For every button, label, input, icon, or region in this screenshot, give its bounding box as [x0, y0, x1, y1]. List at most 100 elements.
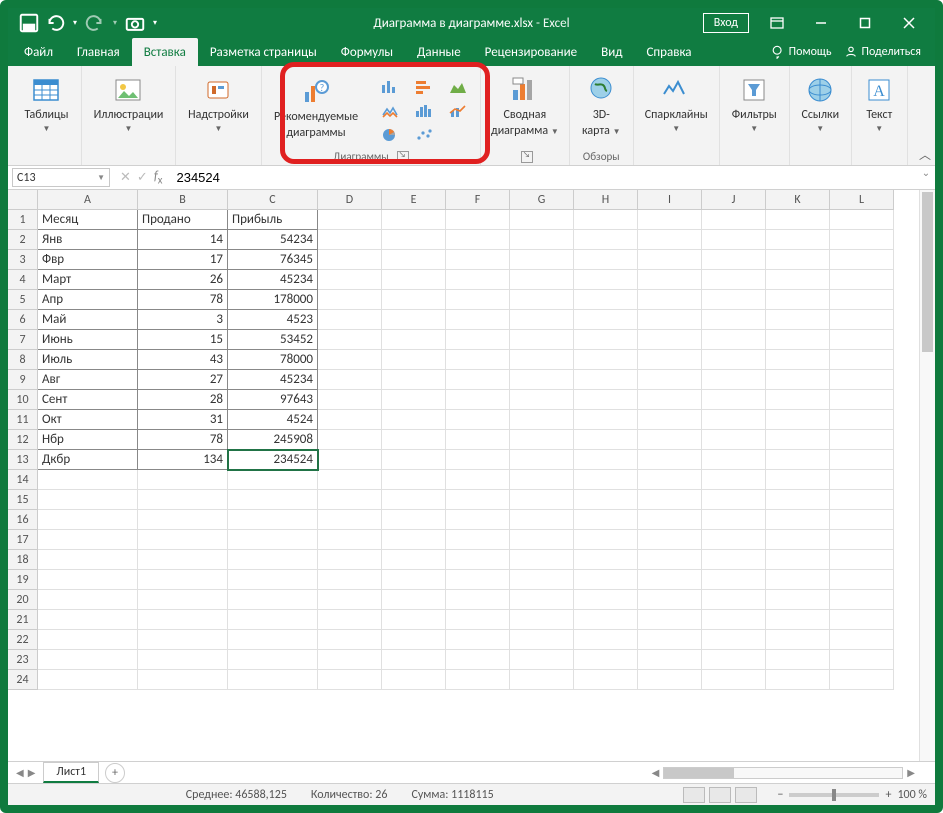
enter-formula-icon[interactable]: ✓	[137, 170, 148, 185]
cell[interactable]	[446, 370, 510, 390]
sheet-nav-next-icon[interactable]: ▶	[28, 766, 36, 779]
cell[interactable]	[138, 670, 228, 690]
cell[interactable]	[446, 610, 510, 630]
cell[interactable]	[382, 670, 446, 690]
cell[interactable]	[766, 210, 830, 230]
cell[interactable]	[830, 590, 894, 610]
cell[interactable]	[830, 210, 894, 230]
cell[interactable]	[446, 590, 510, 610]
cell[interactable]	[766, 670, 830, 690]
cell[interactable]	[638, 610, 702, 630]
cell[interactable]: 78	[138, 290, 228, 310]
cell[interactable]	[638, 270, 702, 290]
cell[interactable]	[510, 410, 574, 430]
cell[interactable]	[766, 530, 830, 550]
cell[interactable]	[446, 270, 510, 290]
cell[interactable]	[138, 490, 228, 510]
cell[interactable]	[638, 550, 702, 570]
cell[interactable]	[382, 250, 446, 270]
cell[interactable]	[702, 250, 766, 270]
cell[interactable]: 27	[138, 370, 228, 390]
cell[interactable]	[638, 630, 702, 650]
cell[interactable]	[766, 270, 830, 290]
cell[interactable]	[830, 290, 894, 310]
cell[interactable]	[766, 330, 830, 350]
zoom-out-button[interactable]: −	[777, 788, 783, 802]
cell[interactable]	[830, 370, 894, 390]
cell[interactable]	[382, 630, 446, 650]
cell[interactable]	[318, 530, 382, 550]
column-header[interactable]: A	[38, 190, 138, 210]
sheet-tab[interactable]: Лист1	[43, 762, 99, 783]
cell[interactable]	[766, 390, 830, 410]
cancel-formula-icon[interactable]: ✕	[120, 170, 131, 185]
cell[interactable]	[574, 610, 638, 630]
row-header[interactable]: 18	[8, 550, 38, 570]
stock-chart-icon[interactable]	[374, 100, 406, 122]
cell[interactable]	[574, 590, 638, 610]
cell[interactable]	[766, 410, 830, 430]
cell[interactable]	[318, 230, 382, 250]
cell[interactable]	[138, 630, 228, 650]
cell[interactable]	[138, 590, 228, 610]
cell[interactable]	[574, 470, 638, 490]
cell[interactable]	[382, 310, 446, 330]
cell[interactable]	[702, 330, 766, 350]
cell[interactable]	[702, 610, 766, 630]
column-header[interactable]: C	[228, 190, 318, 210]
cell[interactable]: 234524	[228, 450, 318, 470]
cell[interactable]	[702, 530, 766, 550]
tab-file[interactable]: Файл	[12, 38, 65, 66]
cell[interactable]: Апр	[38, 290, 138, 310]
cell[interactable]	[382, 290, 446, 310]
cell[interactable]	[446, 330, 510, 350]
cell[interactable]	[702, 650, 766, 670]
cell[interactable]: 31	[138, 410, 228, 430]
cell[interactable]: Июнь	[38, 330, 138, 350]
sparklines-button[interactable]: Спарклайны ▼	[641, 72, 712, 136]
cell[interactable]	[446, 650, 510, 670]
cell[interactable]	[318, 550, 382, 570]
view-normal-button[interactable]	[683, 787, 705, 803]
cell[interactable]	[318, 610, 382, 630]
cell[interactable]	[702, 390, 766, 410]
cell[interactable]	[228, 570, 318, 590]
cell[interactable]	[138, 470, 228, 490]
cell[interactable]	[38, 610, 138, 630]
row-header[interactable]: 4	[8, 270, 38, 290]
tab-data[interactable]: Данные	[405, 38, 473, 66]
column-header[interactable]: H	[574, 190, 638, 210]
cell[interactable]	[38, 650, 138, 670]
scroll-left-icon[interactable]: ◀	[652, 766, 660, 779]
cell[interactable]: 54234	[228, 230, 318, 250]
cell[interactable]: 14	[138, 230, 228, 250]
cell[interactable]	[638, 570, 702, 590]
column-header[interactable]: I	[638, 190, 702, 210]
cell[interactable]: 26	[138, 270, 228, 290]
save-icon[interactable]	[18, 12, 40, 34]
cell[interactable]	[446, 430, 510, 450]
cell[interactable]	[446, 530, 510, 550]
row-header[interactable]: 14	[8, 470, 38, 490]
cell[interactable]	[38, 670, 138, 690]
cell[interactable]	[766, 310, 830, 330]
cell[interactable]	[510, 310, 574, 330]
row-header[interactable]: 1	[8, 210, 38, 230]
cell[interactable]	[702, 410, 766, 430]
cell[interactable]	[382, 490, 446, 510]
row-header[interactable]: 7	[8, 330, 38, 350]
cell[interactable]	[638, 410, 702, 430]
tab-help[interactable]: Справка	[634, 38, 703, 66]
collapse-ribbon-icon[interactable]: ︿	[919, 146, 931, 163]
cell[interactable]	[510, 250, 574, 270]
cell[interactable]: 28	[138, 390, 228, 410]
vertical-scrollbar[interactable]	[919, 190, 935, 761]
cell[interactable]	[228, 550, 318, 570]
row-header[interactable]: 15	[8, 490, 38, 510]
cell[interactable]	[382, 650, 446, 670]
close-button[interactable]	[887, 8, 931, 38]
cell[interactable]	[574, 630, 638, 650]
cell[interactable]	[830, 610, 894, 630]
cell[interactable]	[830, 470, 894, 490]
cell[interactable]	[38, 570, 138, 590]
